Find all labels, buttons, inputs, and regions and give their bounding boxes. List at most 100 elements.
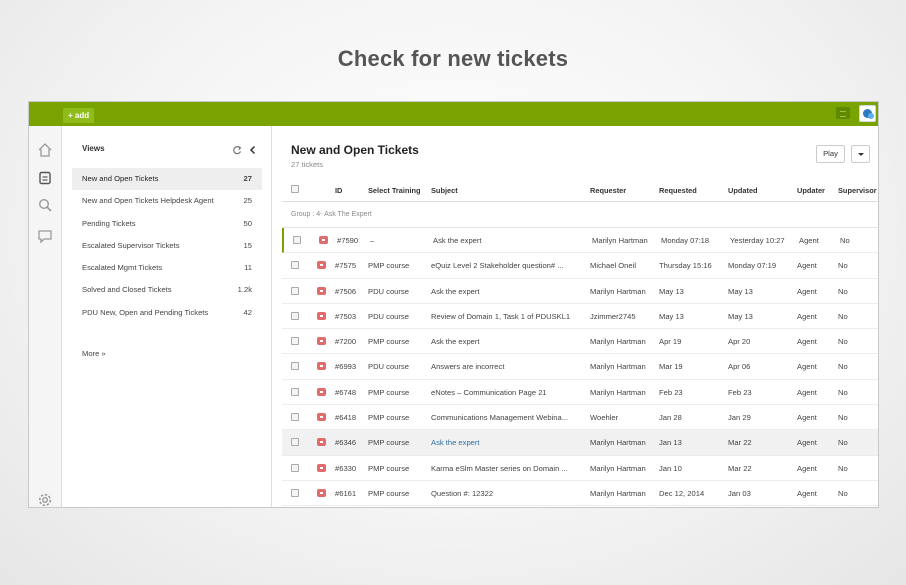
cell-updater: Agent	[797, 261, 817, 271]
row-checkbox[interactable]	[291, 261, 299, 270]
page-caption: Check for new tickets	[337, 46, 569, 71]
refresh-icon[interactable]	[232, 142, 242, 155]
chat-icon[interactable]	[37, 228, 53, 244]
row-checkbox[interactable]	[291, 362, 299, 371]
chat-icon[interactable]	[836, 107, 850, 119]
row-checkbox[interactable]	[293, 236, 301, 244]
view-item[interactable]: New and Open Tickets 27	[72, 168, 262, 190]
cell-requested: May 13	[659, 286, 684, 296]
cell-updater: Agent	[797, 413, 817, 423]
row-checkbox[interactable]	[291, 286, 299, 295]
cell-training: –	[370, 236, 375, 245]
row-checkbox[interactable]	[291, 311, 299, 320]
cell-supervisor: No	[838, 261, 848, 271]
cell-id: #7200	[335, 337, 357, 347]
view-item[interactable]: Escalated Mgmt Tickets 11	[72, 257, 262, 279]
cell-id: #6346	[335, 438, 357, 448]
table-row[interactable]: #7200 PMP course Ask the expert Marilyn Har…	[282, 329, 878, 355]
cell-subject[interactable]: Communications Management Webina...	[431, 413, 583, 422]
row-checkbox[interactable]	[291, 438, 299, 447]
cell-updater: Agent	[797, 387, 817, 397]
view-item[interactable]: PDU New, Open and Pending Tickets 42	[72, 302, 262, 324]
cell-subject[interactable]: Ask the expert	[431, 287, 583, 296]
cell-subject[interactable]: Ask the expert	[433, 236, 585, 245]
cell-requested: Feb 23	[659, 387, 683, 397]
search-icon[interactable]	[37, 197, 53, 213]
cell-id: #6418	[335, 413, 357, 423]
cell-updater: Agent	[797, 362, 817, 372]
cell-id: #6161	[335, 488, 357, 498]
cell-supervisor: No	[838, 463, 848, 473]
view-options-dropdown[interactable]	[851, 145, 870, 163]
column-header[interactable]: Subject	[431, 186, 458, 195]
select-all-checkbox[interactable]	[291, 185, 299, 193]
cell-requester: Jzimmer2745	[590, 311, 636, 321]
cell-subject[interactable]: Review of Domain 1, Task 1 of PDUSKL1	[431, 312, 583, 321]
cell-updater: Agent	[799, 236, 819, 245]
group-label: Group : 4- Ask The Expert	[282, 202, 878, 228]
cell-subject[interactable]: eQuiz Level 2 Stakeholder question# ...	[431, 261, 583, 270]
cell-id: #7506	[335, 286, 357, 296]
cell-subject[interactable]: Answers are incorrect	[431, 362, 583, 371]
collapse-icon[interactable]	[248, 142, 258, 155]
table-row[interactable]: #6418 PMP course Communications Management…	[282, 405, 878, 431]
cell-id: #6993	[335, 362, 357, 372]
priority-badge-icon	[317, 337, 326, 346]
column-header[interactable]: Select Training	[368, 186, 421, 195]
avatar[interactable]	[859, 105, 876, 122]
cell-supervisor: No	[840, 236, 850, 245]
table-row[interactable]: #7503 PDU course Review of Domain 1, Task …	[282, 304, 878, 330]
cell-requested: May 13	[659, 311, 684, 321]
cell-subject[interactable]: Question #: 12322	[431, 489, 583, 498]
table-row[interactable]: #6993 PDU course Answers are incorrect Mari…	[282, 354, 878, 380]
table-row[interactable]: #6748 PMP course eNotes – Communication Pa…	[282, 380, 878, 406]
table-row[interactable]: #7506 PDU course Ask the expert Marilyn Har…	[282, 279, 878, 304]
column-header[interactable]: ID	[335, 186, 342, 195]
column-header[interactable]: Updater	[797, 186, 825, 195]
home-icon[interactable]	[37, 142, 53, 158]
gear-icon[interactable]	[37, 492, 53, 507]
cell-supervisor: No	[838, 311, 848, 321]
table-row[interactable]: #6330 PMP course Karma eSlm Master series …	[282, 456, 878, 481]
play-button[interactable]: Play	[816, 145, 845, 163]
cell-subject[interactable]: Ask the expert	[431, 438, 583, 447]
add-button[interactable]: + add	[63, 108, 95, 123]
views-panel: Views New and Open Tickets 27 New and Ope…	[62, 126, 272, 507]
table-row[interactable]: #7575 PMP course eQuiz Level 2 Stakeholder…	[282, 253, 878, 279]
views-icon[interactable]	[37, 170, 53, 186]
cell-id: #6748	[335, 387, 357, 397]
row-checkbox[interactable]	[291, 337, 299, 346]
priority-badge-icon	[317, 311, 326, 320]
cell-requested: Jan 13	[659, 438, 682, 448]
cell-requester: Marilyn Hartman	[590, 387, 646, 397]
cell-subject[interactable]: Ask the expert	[431, 337, 583, 346]
cell-subject[interactable]: Karma eSlm Master series on Domain ...	[431, 464, 583, 473]
priority-badge-icon	[317, 413, 326, 422]
row-checkbox[interactable]	[291, 488, 299, 497]
column-header[interactable]: Supervisor	[838, 186, 878, 195]
row-checkbox[interactable]	[291, 413, 299, 422]
column-header[interactable]: Requested	[659, 186, 697, 195]
more-views-link[interactable]: More »	[82, 349, 106, 358]
column-header[interactable]: Requester	[590, 186, 626, 195]
ticket-table-body: #7590 – Ask the expert Marilyn Hartman Monda…	[282, 228, 878, 507]
table-row[interactable]: #7590 – Ask the expert Marilyn Hartman Monda…	[282, 228, 878, 254]
column-header[interactable]: Updated	[728, 186, 758, 195]
cell-supervisor: No	[838, 438, 848, 448]
cell-training: PMP course	[368, 488, 410, 498]
view-item[interactable]: Pending Tickets 50	[72, 213, 262, 235]
view-item[interactable]: New and Open Tickets Helpdesk Agent 25	[72, 190, 262, 212]
cell-subject[interactable]: eNotes – Communication Page 21	[431, 388, 583, 397]
row-checkbox[interactable]	[291, 463, 299, 472]
view-item[interactable]: Escalated Supervisor Tickets 15	[72, 235, 262, 257]
table-row[interactable]: #6346 PMP course Ask the expert Marilyn Har…	[282, 430, 878, 456]
table-row[interactable]: #6161 PMP course Question #: 12322 Marilyn …	[282, 481, 878, 507]
page-title: New and Open Tickets	[291, 143, 419, 157]
view-item[interactable]: Solved and Closed Tickets 1.2k	[72, 279, 262, 301]
cell-updater: Agent	[797, 311, 817, 321]
row-checkbox[interactable]	[291, 387, 299, 396]
cell-requester: Marilyn Hartman	[590, 438, 646, 448]
cell-updater: Agent	[797, 286, 817, 296]
cell-id: #7503	[335, 311, 357, 321]
cell-supervisor: No	[838, 337, 848, 347]
